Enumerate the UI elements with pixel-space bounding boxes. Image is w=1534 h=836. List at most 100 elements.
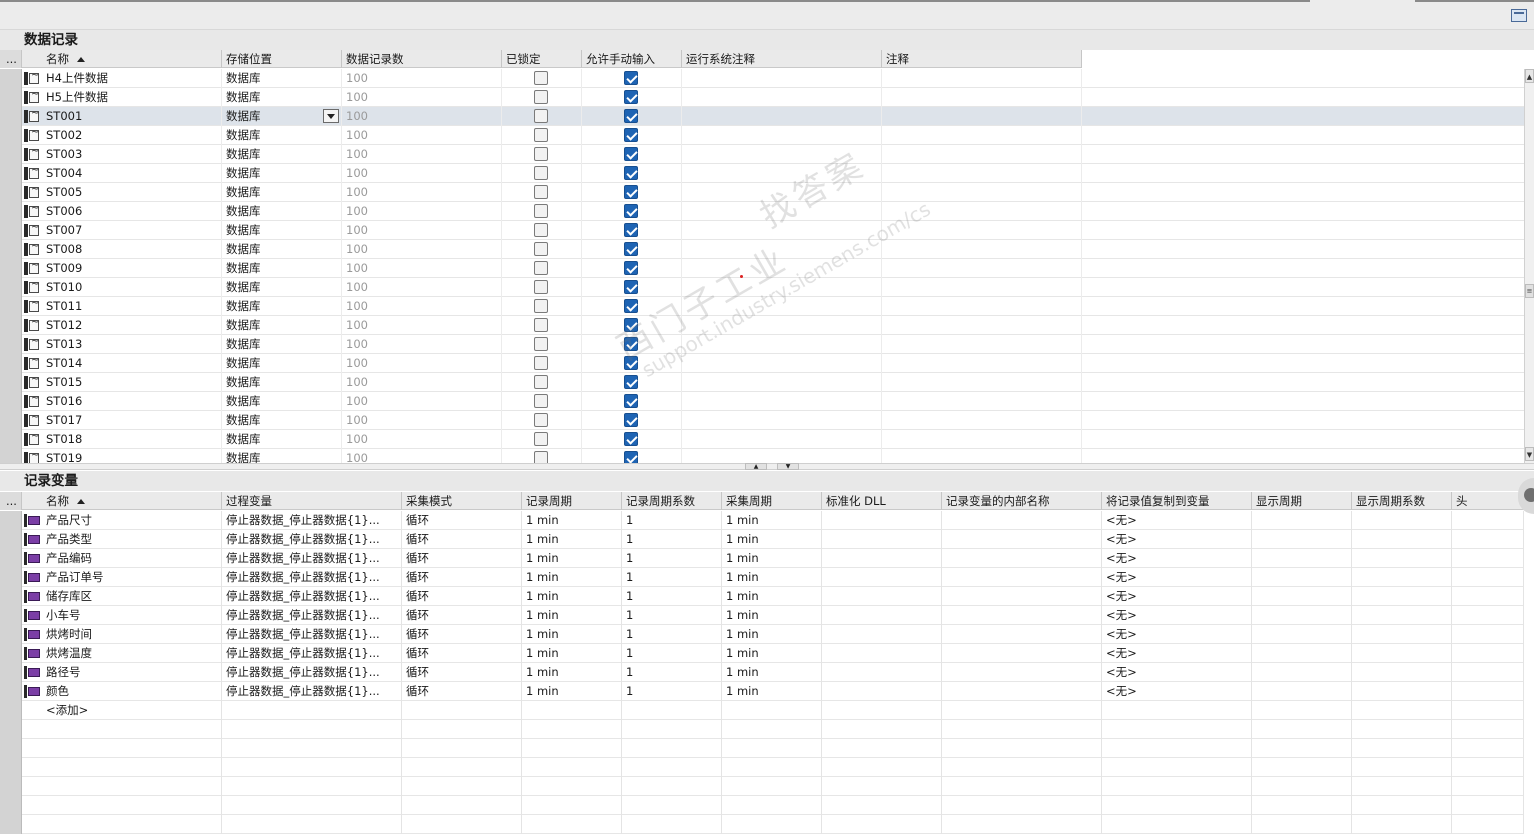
lower-col-header-10[interactable]: 显示周期 xyxy=(1252,492,1352,510)
data-log-row[interactable]: ST018数据库100 xyxy=(0,430,1524,449)
runtime-comment-cell[interactable] xyxy=(682,392,882,411)
locked-checkbox[interactable] xyxy=(534,261,548,275)
logging-tag-row[interactable]: 颜色 停止器数据_停止器数据{1}... 循环 1 min 1 1 min <无> xyxy=(0,682,1524,701)
logging-cycle-cell[interactable]: 1 min xyxy=(522,663,622,682)
acquisition-cycle-cell[interactable]: 1 min xyxy=(722,625,822,644)
comment-cell[interactable] xyxy=(882,392,1082,411)
data-log-row[interactable]: ST007数据库100 xyxy=(0,221,1524,240)
runtime-comment-cell[interactable] xyxy=(682,221,882,240)
process-tag-cell[interactable]: 停止器数据_停止器数据{1}... xyxy=(222,530,402,549)
record-count-cell[interactable]: 100 xyxy=(342,202,502,221)
locked-checkbox[interactable] xyxy=(534,166,548,180)
locked-checkbox[interactable] xyxy=(534,318,548,332)
storage-location-cell[interactable]: 数据库 xyxy=(222,88,342,107)
logging-tag-row[interactable]: 储存库区 停止器数据_停止器数据{1}... 循环 1 min 1 1 min <无> xyxy=(0,587,1524,606)
data-log-name[interactable]: ST018 xyxy=(42,430,222,449)
runtime-comment-cell[interactable] xyxy=(682,278,882,297)
row-header[interactable] xyxy=(0,183,22,202)
data-log-name[interactable]: ST012 xyxy=(42,316,222,335)
runtime-comment-cell[interactable] xyxy=(682,69,882,88)
process-tag-cell[interactable]: 停止器数据_停止器数据{1}... xyxy=(222,625,402,644)
storage-location-cell[interactable]: 数据库 xyxy=(222,69,342,88)
row-header[interactable] xyxy=(0,373,22,392)
locked-checkbox[interactable] xyxy=(534,71,548,85)
logging-cycle-cell[interactable]: 1 min xyxy=(522,530,622,549)
storage-location-cell[interactable]: 数据库 xyxy=(222,164,342,183)
copy-to-tag-cell[interactable]: <无> xyxy=(1102,606,1252,625)
upper-col-header-7[interactable]: 注释 xyxy=(882,50,1082,68)
locked-checkbox[interactable] xyxy=(534,432,548,446)
lower-col-header-8[interactable]: 记录变量的内部名称 xyxy=(942,492,1102,510)
data-log-row[interactable]: ST004数据库100 xyxy=(0,164,1524,183)
copy-to-tag-cell[interactable]: <无> xyxy=(1102,568,1252,587)
manual-input-checkbox[interactable] xyxy=(624,280,638,294)
copy-to-tag-cell[interactable]: <无> xyxy=(1102,644,1252,663)
record-count-cell[interactable]: 100 xyxy=(342,335,502,354)
row-header[interactable] xyxy=(0,126,22,145)
acquisition-cycle-cell[interactable]: 1 min xyxy=(722,587,822,606)
logging-tag-row[interactable]: 小车号 停止器数据_停止器数据{1}... 循环 1 min 1 1 min <无> xyxy=(0,606,1524,625)
data-log-name[interactable]: ST016 xyxy=(42,392,222,411)
runtime-comment-cell[interactable] xyxy=(682,259,882,278)
logging-factor-cell[interactable]: 1 xyxy=(622,587,722,606)
row-header[interactable] xyxy=(0,777,22,796)
splitter-up-icon[interactable]: ▲ xyxy=(745,463,767,470)
acquisition-mode-cell[interactable]: 循环 xyxy=(402,644,522,663)
copy-to-tag-cell[interactable]: <无> xyxy=(1102,549,1252,568)
row-header[interactable] xyxy=(0,720,22,739)
row-header[interactable] xyxy=(0,511,22,530)
record-count-cell[interactable]: 100 xyxy=(342,240,502,259)
scroll-up-icon[interactable]: ▲ xyxy=(1525,69,1534,83)
logging-tag-name[interactable]: 产品类型 xyxy=(42,530,222,549)
locked-checkbox[interactable] xyxy=(534,394,548,408)
manual-input-checkbox[interactable] xyxy=(624,337,638,351)
runtime-comment-cell[interactable] xyxy=(682,202,882,221)
locked-checkbox[interactable] xyxy=(534,147,548,161)
record-count-cell[interactable]: 100 xyxy=(342,316,502,335)
acquisition-cycle-cell[interactable]: 1 min xyxy=(722,549,822,568)
runtime-comment-cell[interactable] xyxy=(682,316,882,335)
locked-checkbox[interactable] xyxy=(534,185,548,199)
row-header[interactable] xyxy=(0,354,22,373)
record-count-cell[interactable]: 100 xyxy=(342,297,502,316)
data-log-name[interactable]: ST019 xyxy=(42,449,222,463)
row-header[interactable] xyxy=(0,682,22,701)
logging-factor-cell[interactable]: 1 xyxy=(622,682,722,701)
manual-input-checkbox[interactable] xyxy=(624,147,638,161)
record-count-cell[interactable]: 100 xyxy=(342,164,502,183)
storage-location-cell[interactable]: 数据库 xyxy=(222,297,342,316)
locked-checkbox[interactable] xyxy=(534,204,548,218)
lower-col-header-2[interactable]: 过程变量 xyxy=(222,492,402,510)
data-log-name[interactable]: ST011 xyxy=(42,297,222,316)
row-header[interactable] xyxy=(0,796,22,815)
locked-checkbox[interactable] xyxy=(534,128,548,142)
upper-col-header-2[interactable]: 存储位置 xyxy=(222,50,342,68)
runtime-comment-cell[interactable] xyxy=(682,88,882,107)
comment-cell[interactable] xyxy=(882,316,1082,335)
comment-cell[interactable] xyxy=(882,297,1082,316)
data-log-row[interactable]: ST014数据库100 xyxy=(0,354,1524,373)
locked-checkbox[interactable] xyxy=(534,280,548,294)
data-log-row[interactable]: ST012数据库100 xyxy=(0,316,1524,335)
copy-to-tag-cell[interactable]: <无> xyxy=(1102,511,1252,530)
comment-cell[interactable] xyxy=(882,278,1082,297)
upper-col-header-6[interactable]: 运行系统注释 xyxy=(682,50,882,68)
lower-col-header-11[interactable]: 显示周期系数 xyxy=(1352,492,1452,510)
comment-cell[interactable] xyxy=(882,69,1082,88)
process-tag-cell[interactable]: 停止器数据_停止器数据{1}... xyxy=(222,587,402,606)
process-tag-cell[interactable]: 停止器数据_停止器数据{1}... xyxy=(222,644,402,663)
logging-factor-cell[interactable]: 1 xyxy=(622,663,722,682)
data-log-name[interactable]: ST005 xyxy=(42,183,222,202)
storage-location-cell[interactable]: 数据库 xyxy=(222,259,342,278)
logging-factor-cell[interactable]: 1 xyxy=(622,549,722,568)
record-count-cell[interactable]: 100 xyxy=(342,278,502,297)
acquisition-cycle-cell[interactable]: 1 min xyxy=(722,530,822,549)
manual-input-checkbox[interactable] xyxy=(624,413,638,427)
data-log-name[interactable]: ST003 xyxy=(42,145,222,164)
acquisition-mode-cell[interactable]: 循环 xyxy=(402,587,522,606)
row-header[interactable] xyxy=(0,259,22,278)
comment-cell[interactable] xyxy=(882,411,1082,430)
comment-cell[interactable] xyxy=(882,259,1082,278)
record-count-cell[interactable]: 100 xyxy=(342,449,502,463)
lower-col-header-9[interactable]: 将记录值复制到变量 xyxy=(1102,492,1252,510)
